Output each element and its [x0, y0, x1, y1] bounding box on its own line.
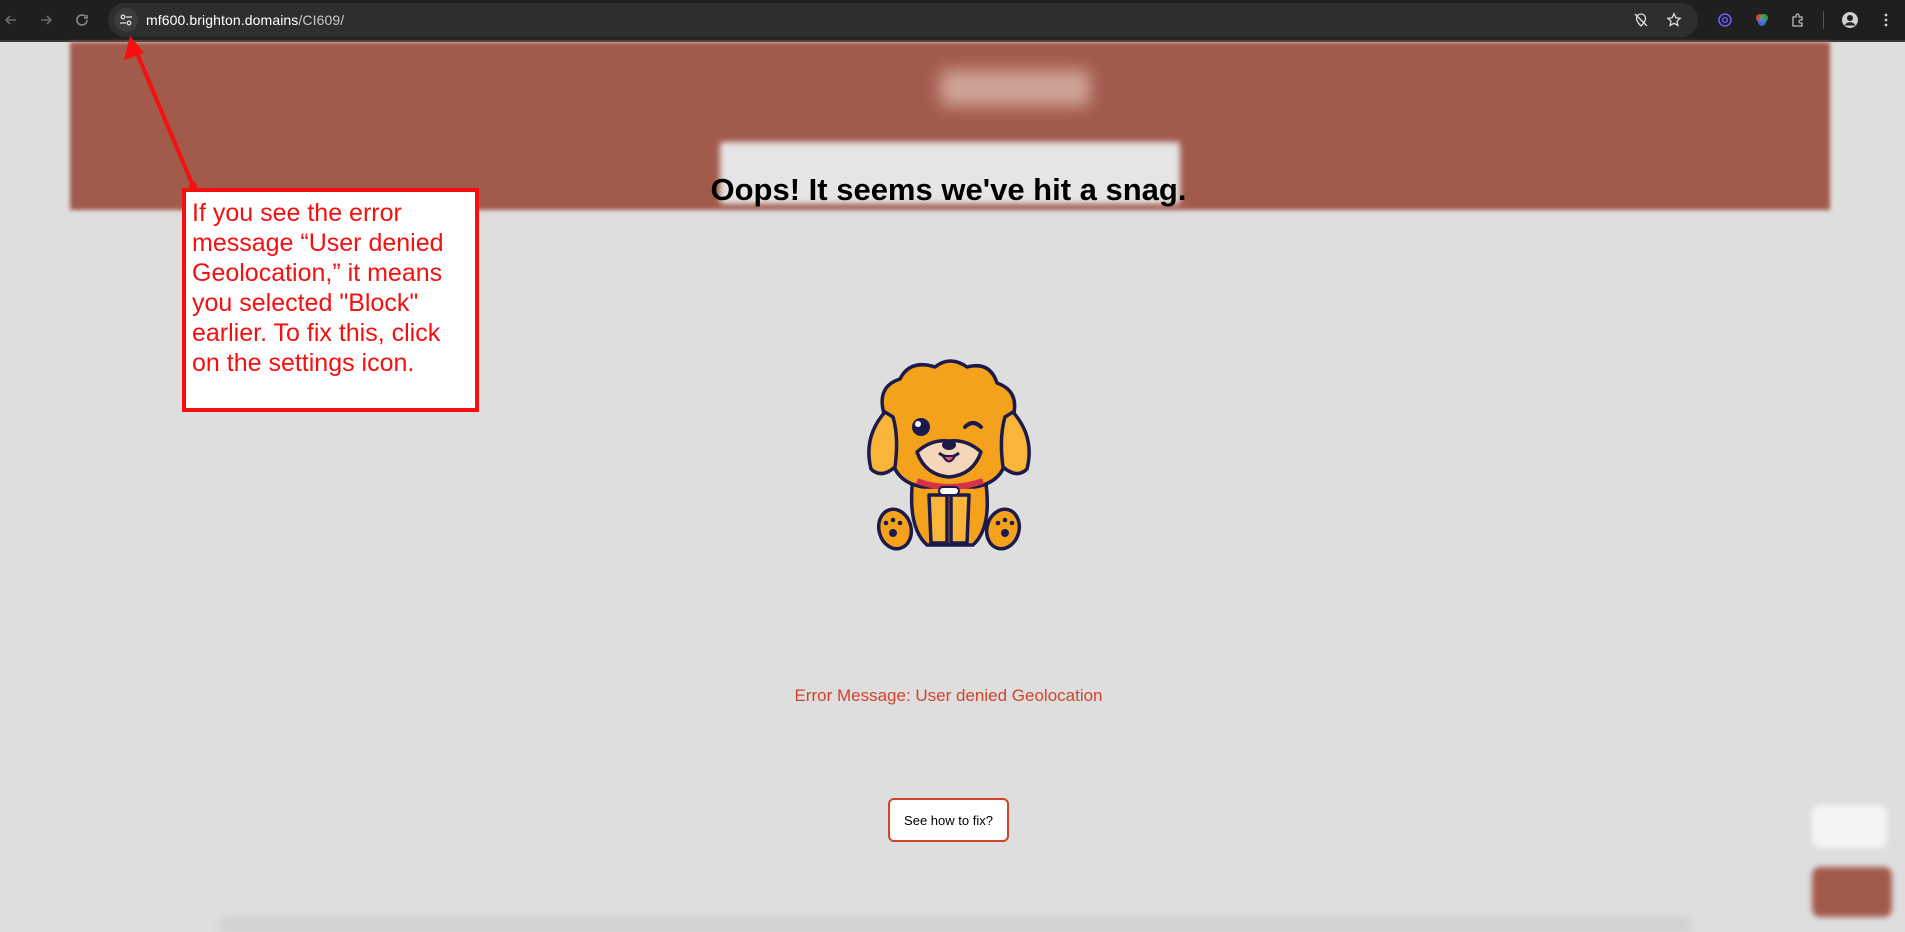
dog-illustration	[855, 357, 1040, 557]
see-how-to-fix-button[interactable]: See how to fix?	[888, 798, 1009, 842]
toolbar-divider	[1823, 11, 1824, 29]
url-text[interactable]: mf600.brighton.domains/CI609/	[146, 12, 344, 28]
url-path: /CI609/	[298, 12, 345, 28]
header-logo-blurred	[940, 70, 1090, 106]
reload-icon[interactable]	[71, 9, 93, 31]
browser-toolbar: mf600.brighton.domains/CI609/	[0, 0, 1905, 42]
puzzle-icon[interactable]	[1787, 9, 1809, 31]
site-settings-icon[interactable]	[114, 8, 138, 32]
bookmark-star-icon[interactable]	[1665, 11, 1683, 29]
floating-widget-blurred[interactable]	[1812, 805, 1887, 848]
forward-icon[interactable]	[35, 9, 57, 31]
annotation-text: If you see the error message “User denie…	[192, 199, 444, 377]
url-host: mf600.brighton.domains	[146, 12, 299, 28]
colorwheel-icon[interactable]	[1751, 9, 1773, 31]
at-sign-icon[interactable]	[1714, 9, 1736, 31]
profile-avatar-icon[interactable]	[1839, 9, 1861, 31]
location-off-icon[interactable]	[1632, 11, 1650, 29]
chat-button-blurred[interactable]	[1812, 867, 1892, 917]
annotation-callout: If you see the error message “User denie…	[182, 188, 479, 412]
address-bar[interactable]: mf600.brighton.domains/CI609/	[108, 3, 1698, 37]
footer-blurred	[220, 918, 1690, 932]
back-icon[interactable]	[0, 9, 22, 31]
kebab-menu-icon[interactable]	[1875, 9, 1897, 31]
error-message: Error Message: User denied Geolocation	[794, 686, 1103, 705]
